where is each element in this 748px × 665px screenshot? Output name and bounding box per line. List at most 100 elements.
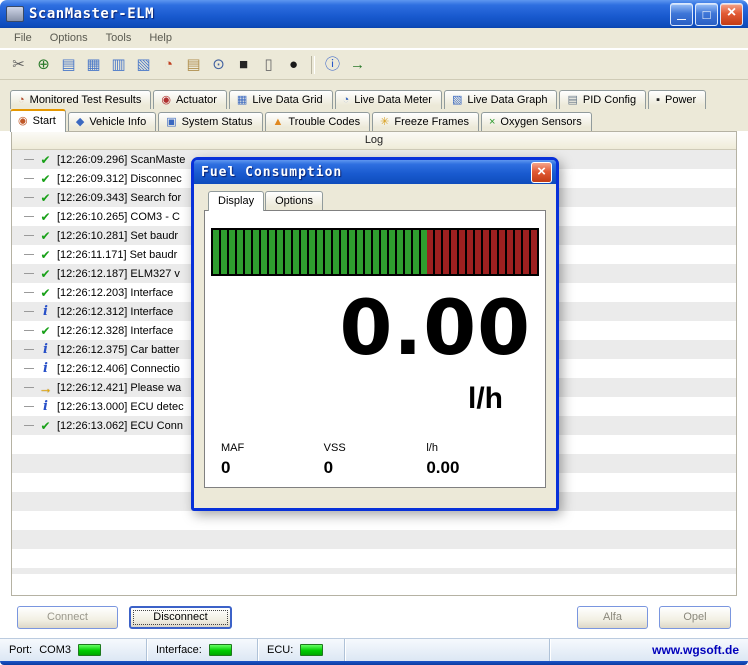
tab-system-status[interactable]: ▣ System Status [158, 112, 263, 131]
tab-start[interactable]: ◉ Start [10, 109, 66, 132]
tab-actuator[interactable]: ◉ Actuator [153, 90, 227, 109]
ecu-status-cell: ECU: [258, 639, 345, 661]
gauge-green-segments [213, 230, 427, 274]
data-graph-icon[interactable]: ▧ [131, 53, 156, 76]
menu-file[interactable]: File [6, 30, 40, 46]
tab-live-data-grid[interactable]: ▦ Live Data Grid [228, 90, 333, 109]
info-icon[interactable]: ⓘ [320, 53, 345, 76]
dialog-close-button[interactable] [531, 161, 552, 183]
data-grid-icon[interactable]: ▦ [81, 53, 106, 76]
window-title: ScanMaster-ELM [29, 6, 155, 22]
tab-oxygen-sensors[interactable]: × Oxygen Sensors [480, 112, 592, 131]
tree-branch [24, 425, 34, 426]
tree-branch [24, 235, 34, 236]
dialog-tab-display[interactable]: Display [208, 191, 265, 211]
alfa-button[interactable]: Alfa [577, 605, 648, 629]
dialog-titlebar: Fuel Consumption [194, 160, 556, 184]
check-icon [38, 171, 53, 186]
port-value: COM3 [39, 644, 72, 656]
data-table-icon[interactable]: ▥ [106, 53, 131, 76]
battery-icon[interactable]: ▯ [256, 53, 281, 76]
sensor-field: VSS 0 [323, 442, 346, 477]
website-link[interactable]: www.wgsoft.de [652, 643, 739, 657]
interface-status-cell: Interface: [147, 639, 258, 661]
search-icon[interactable]: ⊙ [206, 53, 231, 76]
dialog-display-panel: 0.00 l/h MAF 0 VSS 0 l/h 0.00 [204, 210, 546, 488]
close-button[interactable] [720, 2, 743, 26]
tree-branch [24, 292, 34, 293]
tab-live-data-meter[interactable]: ◔ Live Data Meter [334, 90, 442, 109]
info-icon [38, 342, 53, 357]
tab-pid-config[interactable]: ▤ PID Config [559, 90, 647, 109]
tree-branch [24, 178, 34, 179]
dialog-body: Display Options 0.00 l/h MAF 0 VSS 0 l/h… [194, 184, 556, 488]
website-cell: www.wgsoft.de [550, 639, 748, 661]
actuator-icon: ◉ [161, 93, 171, 106]
interface-tools-icon[interactable]: ✂ [6, 53, 31, 76]
tab-row-primary: ◔ Monitored Test Results ◉ Actuator ▦ Li… [0, 87, 748, 109]
disc-icon[interactable]: ● [281, 53, 306, 76]
notes-icon[interactable]: ▤ [181, 53, 206, 76]
toolbar-separator [311, 55, 315, 74]
window-controls [670, 2, 743, 26]
port-label: Port: [9, 644, 33, 656]
tab-live-data-graph[interactable]: ▧ Live Data Graph [443, 90, 558, 109]
app-icon[interactable] [6, 6, 24, 22]
tree-branch [24, 330, 34, 331]
info-icon [38, 361, 53, 376]
camera-icon[interactable]: ■ [231, 53, 256, 76]
tab-freeze-frames[interactable]: ✳ Freeze Frames [372, 112, 479, 131]
menu-help[interactable]: Help [141, 30, 180, 46]
fuel-value: 0.00 [339, 283, 531, 372]
oxygen-sensors-icon: × [488, 115, 496, 128]
ecu-led-indicator [300, 644, 324, 656]
tree-branch [24, 216, 34, 217]
dialog-tabs: Display Options [208, 191, 546, 211]
tab-trouble-codes[interactable]: ▲ Trouble Codes [264, 112, 371, 131]
tree-branch [24, 349, 34, 350]
menubar: File Options Tools Help [0, 28, 748, 49]
titlebar: ScanMaster-ELM [0, 0, 748, 28]
check-icon [38, 418, 53, 433]
check-icon [38, 285, 53, 300]
check-icon [38, 190, 53, 205]
connect-button[interactable]: Connect [17, 605, 118, 629]
footer: Connect Disconnect Alfa Opel [0, 596, 748, 638]
arrow-icon [38, 380, 53, 395]
fuel-unit: l/h [468, 382, 503, 415]
dialog-title: Fuel Consumption [201, 164, 343, 180]
menu-options[interactable]: Options [42, 30, 96, 46]
ecu-label: ECU: [267, 644, 294, 656]
tab-vehicle-info[interactable]: ◆ Vehicle Info [67, 112, 157, 131]
tree-branch [24, 387, 34, 388]
dialog-tab-options[interactable]: Options [265, 191, 323, 210]
report-icon[interactable]: ▤ [56, 53, 81, 76]
tree-branch [24, 159, 34, 160]
sensor-field: MAF 0 [221, 442, 245, 477]
tree-branch [24, 254, 34, 255]
freeze-frames-icon: ✳ [380, 115, 390, 128]
opel-button[interactable]: Opel [659, 605, 731, 629]
maximize-button[interactable] [695, 2, 718, 26]
menu-tools[interactable]: Tools [98, 30, 140, 46]
check-icon [38, 247, 53, 262]
tab-row-secondary: ◉ Start ◆ Vehicle Info ▣ System Status ▲… [0, 109, 748, 132]
monitored-tests-icon: ◔ [18, 93, 25, 106]
gauge-icon[interactable]: ◔ [156, 53, 181, 76]
minimize-button[interactable] [670, 2, 693, 26]
globe-icon[interactable]: ⊕ [31, 53, 56, 76]
live-data-grid-icon: ▦ [236, 93, 248, 106]
statusbar: Port: COM3 Interface: ECU: www.wgsoft.de [0, 638, 748, 661]
exit-icon[interactable]: → [345, 53, 370, 76]
tab-monitored-test-results[interactable]: ◔ Monitored Test Results [10, 90, 152, 109]
log-header: Log [12, 132, 736, 150]
tabs-area: ◔ Monitored Test Results ◉ Actuator ▦ Li… [0, 80, 748, 132]
disconnect-button[interactable]: Disconnect [129, 605, 232, 629]
tree-branch [24, 368, 34, 369]
info-icon [38, 304, 53, 319]
tab-power[interactable]: ▪ Power [648, 90, 707, 109]
port-status-cell: Port: COM3 [0, 639, 147, 661]
check-icon [38, 228, 53, 243]
interface-led-indicator [208, 644, 232, 656]
gauge-red-segments [426, 230, 537, 274]
